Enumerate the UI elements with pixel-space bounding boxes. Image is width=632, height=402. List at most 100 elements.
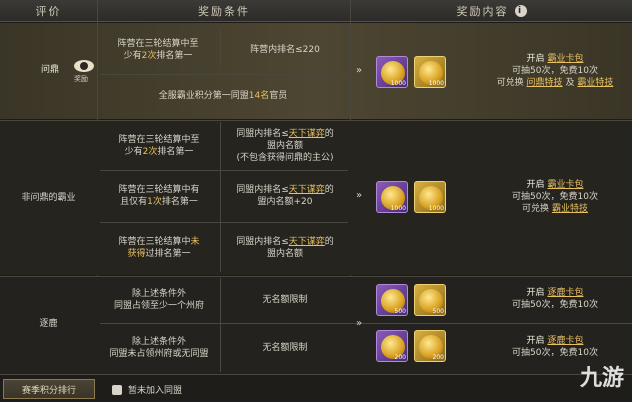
text-span: 过排名第一	[145, 249, 191, 259]
text-span: 同盟内排名≤	[236, 237, 289, 247]
alliance-status: 暂未加入同盟	[112, 383, 182, 396]
item-gold-coin[interactable]: 1000	[414, 181, 446, 213]
rating-zhulu-label: 逐鹿	[39, 319, 58, 329]
text-span: 全服霸业积分第一同盟	[158, 91, 249, 101]
item-quantity: 1000	[390, 80, 406, 87]
fei-reward-text: 开启 霸业卡包 可抽50次，免费10次 可兑换 霸业特技	[480, 176, 630, 218]
header-rating: 评价	[0, 0, 97, 22]
divider	[100, 74, 348, 75]
divider	[100, 170, 348, 171]
zhulu-r2-right: 无名额限制	[222, 330, 348, 366]
eye-icon	[74, 60, 94, 72]
wending-cond1-right: 阵营内排名≤220	[222, 30, 348, 70]
zhulu-reward1-text: 开启 逐鹿卡包 可抽50次，免费10次	[480, 284, 630, 314]
link-card-pack[interactable]: 逐鹿卡包	[547, 288, 583, 298]
divider	[0, 276, 632, 277]
text-span: 排名第一	[157, 147, 194, 157]
item-gold-coin[interactable]: 200	[414, 330, 446, 362]
link-skill[interactable]: 霸业特技	[577, 78, 613, 88]
zhulu-r1-left: 除上述条件外 同盟占领至少一个州府	[98, 282, 220, 318]
text-line: 盟内名额	[266, 249, 303, 259]
zhulu-reward2-text: 开启 逐鹿卡包 可抽50次，免费10次	[480, 332, 630, 362]
reward-link-label: 奖励	[74, 75, 88, 83]
season-ranking-label: 赛季积分排行	[21, 385, 76, 396]
item-gold-coin[interactable]: 1000	[414, 56, 446, 88]
wending-reward-text: 开启 霸业卡包 可抽50次，免费10次 可兑换 问鼎特技 及 霸业特技	[480, 48, 630, 94]
fei-r1-left: 阵营在三轮结算中至 少有2次排名第一	[98, 126, 220, 166]
arrow-icon: »	[356, 318, 363, 329]
text-line: (不包含获得问鼎的主公)	[236, 153, 334, 163]
link-tianxia[interactable]: 天下谋弈	[289, 237, 325, 247]
divider	[100, 222, 348, 223]
text-span: 的	[324, 185, 334, 195]
text-line: 可抽50次，免费10次	[512, 300, 598, 310]
text-span: 少有	[123, 51, 142, 61]
link-skill[interactable]: 霸业特技	[552, 204, 588, 214]
text-span: 少有	[124, 147, 143, 157]
text-span: 及	[565, 78, 575, 88]
eye-reward-link[interactable]: 奖励	[74, 60, 94, 84]
link-card-pack[interactable]: 霸业卡包	[547, 180, 583, 190]
link-tianxia[interactable]: 天下谋弈	[289, 129, 325, 139]
status-label: 暂未加入同盟	[128, 386, 183, 396]
fei-r2-right: 同盟内排名≤天下谋弈的 盟内名额+20	[222, 176, 348, 216]
text-line: 盟内名额	[266, 141, 303, 151]
link-card-pack[interactable]: 霸业卡包	[547, 54, 583, 64]
text-line: 阵营内排名≤220	[250, 45, 320, 55]
item-quantity: 1000	[428, 205, 444, 212]
text-line: 除上述条件外	[131, 337, 186, 347]
item-card-pack[interactable]: 1000	[376, 181, 408, 213]
item-quantity: 500	[432, 308, 444, 315]
item-quantity: 1000	[390, 205, 406, 212]
fei-r2-left: 阵营在三轮结算中有 且仅有1次排名第一	[98, 176, 220, 216]
item-quantity: 200	[394, 354, 406, 361]
text-line: 无名额限制	[262, 295, 308, 305]
text-span: 可兑换	[496, 78, 524, 88]
divider	[220, 28, 221, 70]
item-card-pack[interactable]: 1000	[376, 56, 408, 88]
text-span: 同盟内排名≤	[236, 185, 289, 195]
text-line: 阵营在三轮结算中有	[118, 185, 200, 195]
text-span: 官员	[269, 91, 288, 101]
rating-wending: 问鼎	[30, 58, 70, 82]
text-span: 阵营在三轮结算中	[118, 237, 191, 247]
link-tianxia[interactable]: 天下谋弈	[289, 185, 325, 195]
bottom-bar: 赛季积分排行 暂未加入同盟	[0, 374, 632, 402]
item-quantity: 1000	[428, 80, 444, 87]
text-line: 盟内名额+20	[257, 197, 313, 207]
text-highlight: 获得	[127, 249, 146, 259]
text-highlight: 2次	[142, 147, 158, 157]
text-span: 的	[324, 129, 334, 139]
zhulu-r1-right: 无名额限制	[222, 282, 348, 318]
text-line: 同盟占领至少一个州府	[113, 301, 204, 311]
link-skill[interactable]: 问鼎特技	[527, 78, 563, 88]
status-icon	[112, 384, 122, 395]
text-highlight: 2次	[141, 51, 157, 61]
text-span: 排名第一	[156, 51, 193, 61]
rating-fei: 非问鼎的霸业	[0, 188, 97, 208]
text-line: 无名额限制	[262, 343, 308, 353]
text-line: 阵营在三轮结算中至	[117, 39, 199, 49]
header-conditions: 奖励条件	[98, 0, 350, 22]
divider	[100, 323, 632, 324]
arrow-icon: »	[356, 190, 363, 201]
item-card-pack[interactable]: 500	[376, 284, 408, 316]
header-rewards-label: 奖励内容	[456, 4, 509, 18]
text-span: 开启	[526, 180, 545, 190]
item-gold-coin[interactable]: 500	[414, 284, 446, 316]
item-card-pack[interactable]: 200	[376, 330, 408, 362]
text-span: 可兑换	[522, 204, 550, 214]
info-icon[interactable]: i	[514, 4, 527, 17]
text-line: 可抽50次，免费10次	[512, 66, 598, 76]
text-span: 排名第一	[161, 197, 198, 207]
text-span: 且仅有	[120, 197, 148, 207]
link-card-pack[interactable]: 逐鹿卡包	[547, 336, 583, 346]
season-ranking-button[interactable]: 赛季积分排行	[3, 379, 95, 399]
item-quantity: 500	[394, 308, 406, 315]
text-span: 开启	[526, 336, 545, 346]
divider	[220, 122, 221, 272]
text-highlight: 14名	[248, 91, 270, 101]
text-span: 的	[324, 237, 334, 247]
fei-r1-right: 同盟内排名≤天下谋弈的 盟内名额 (不包含获得问鼎的主公)	[222, 124, 348, 168]
header-rating-label: 评价	[35, 4, 62, 18]
